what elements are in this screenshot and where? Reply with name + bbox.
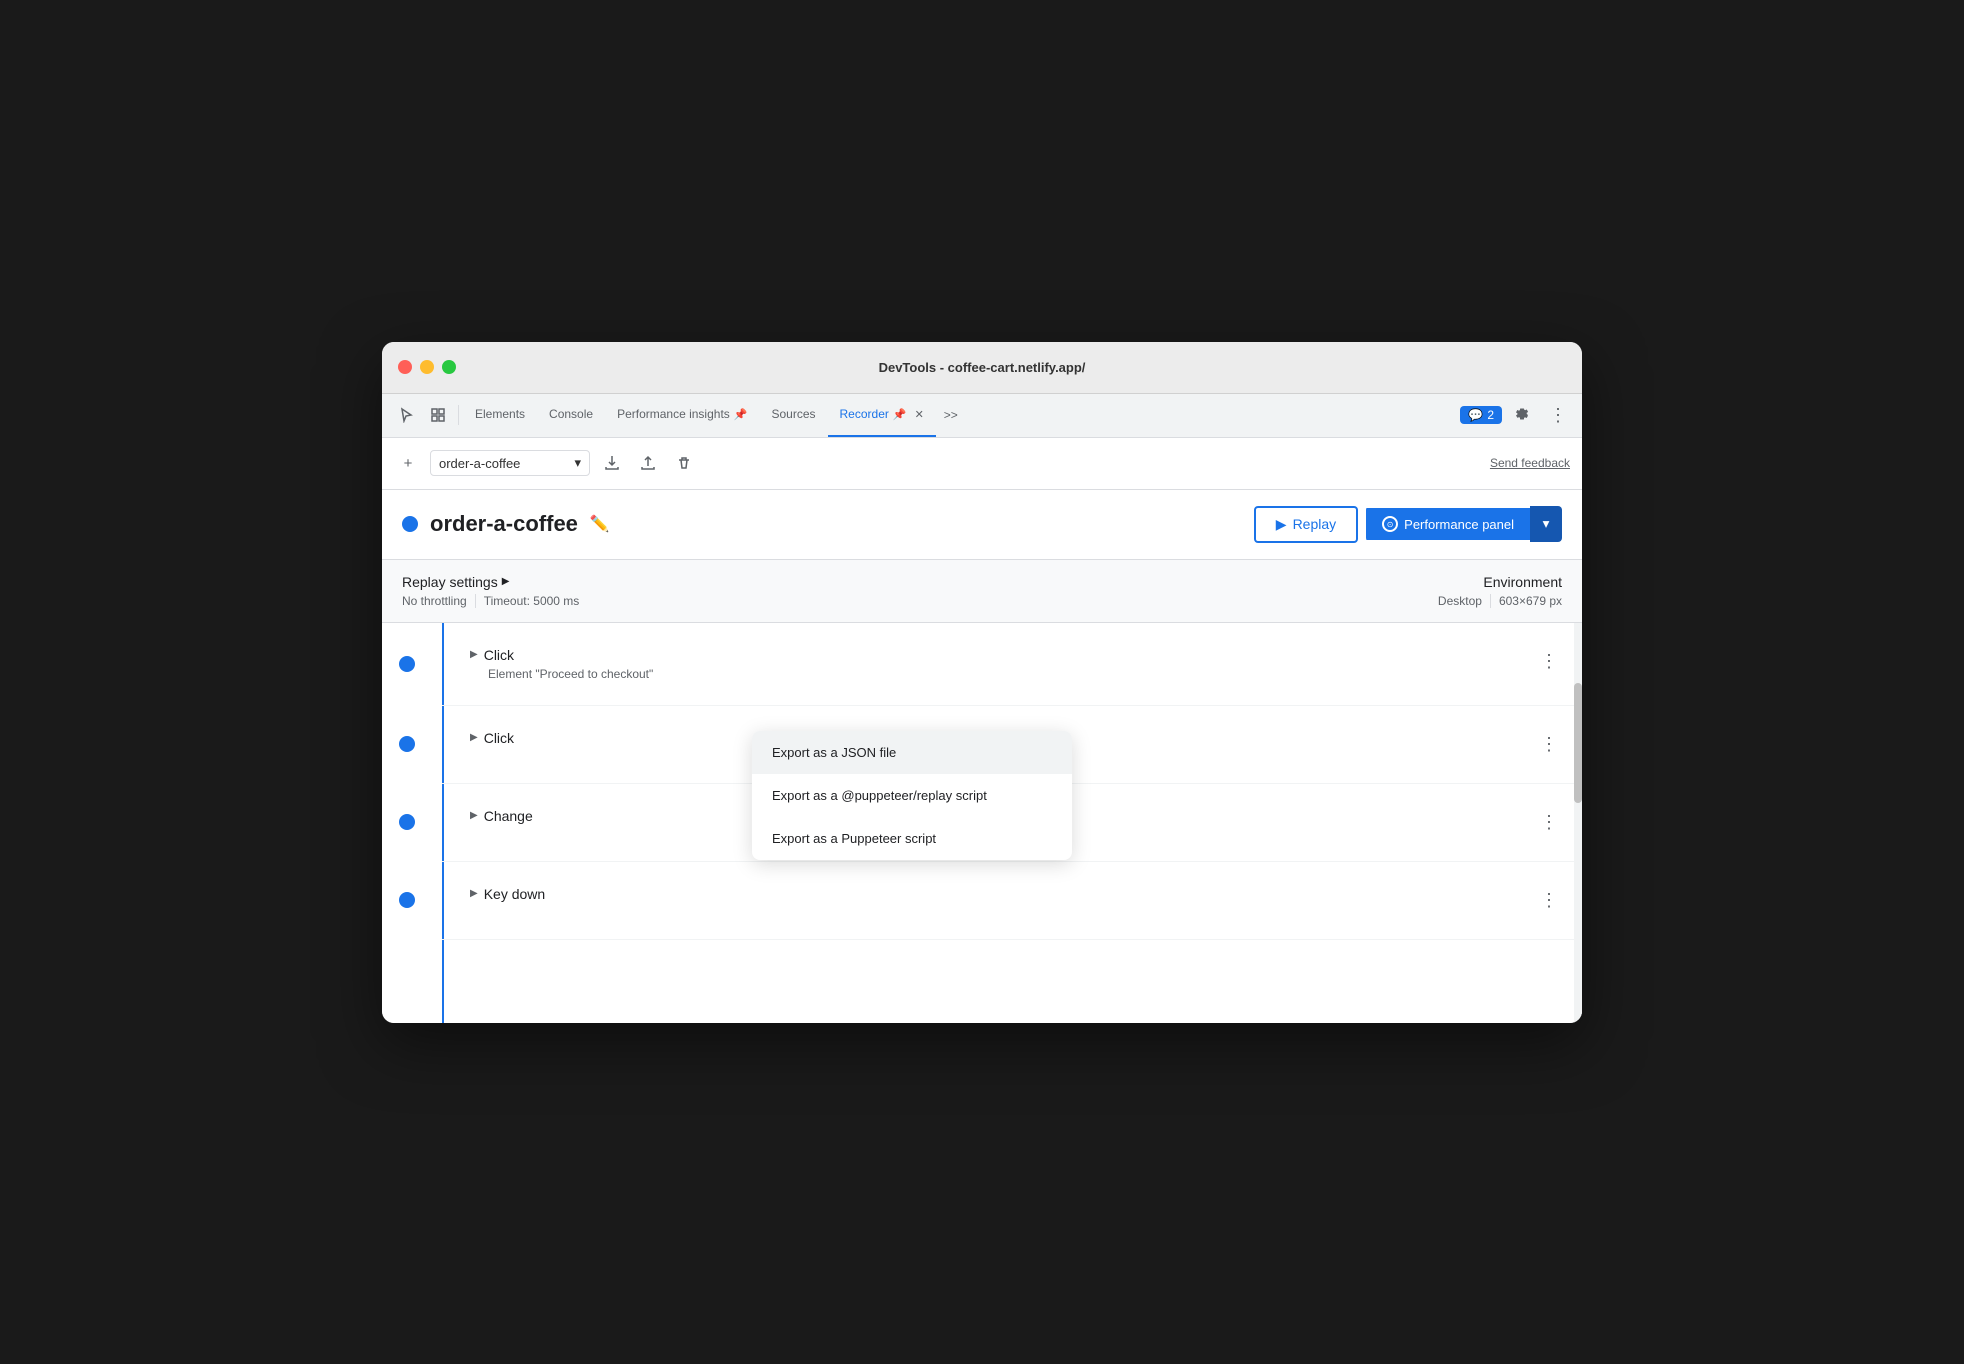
header-actions: ▶ Replay ⊙ Performance panel ▾ — [1254, 506, 1562, 543]
export-puppeteer-replay-item[interactable]: Export as a @puppeteer/replay script — [752, 774, 1072, 817]
recording-status-dot — [402, 516, 418, 532]
export-button[interactable] — [598, 449, 626, 477]
timeline-action[interactable]: ▶ Key down — [470, 886, 1536, 902]
edit-icon[interactable]: ✏️ — [590, 514, 610, 534]
delete-button[interactable] — [670, 449, 698, 477]
tab-console[interactable]: Console — [537, 393, 605, 437]
dropdown-arrow-icon: ▾ — [574, 455, 581, 471]
tab-divider — [458, 405, 459, 425]
timeline-dot — [399, 814, 415, 830]
expand-icon: ▶ — [470, 649, 478, 660]
export-json-item[interactable]: Export as a JSON file — [752, 731, 1072, 774]
chat-badge[interactable]: 💬 2 — [1460, 406, 1502, 424]
pin-icon: 📌 — [893, 408, 907, 421]
settings-gear-icon[interactable] — [1506, 399, 1538, 431]
expand-icon: ▶ — [470, 888, 478, 899]
replay-button[interactable]: ▶ Replay — [1254, 506, 1358, 543]
recording-title: order-a-coffee — [430, 511, 578, 537]
scrollbar[interactable] — [1574, 623, 1582, 1023]
timeline-item: ▶ Click Element "Proceed to checkout" ⋮ — [442, 623, 1582, 706]
add-recording-button[interactable]: + — [394, 449, 422, 477]
settings-area: Replay settings ▶ No throttling Timeout:… — [382, 560, 1582, 623]
timeline-more-icon[interactable]: ⋮ — [1536, 808, 1562, 837]
more-vert-icon[interactable]: ⋮ — [1542, 399, 1574, 431]
timeline-more-icon[interactable]: ⋮ — [1536, 647, 1562, 676]
chat-icon: 💬 — [1468, 408, 1483, 422]
maximize-button[interactable] — [442, 360, 456, 374]
perf-panel-button: ⊙ Performance panel ▾ — [1366, 506, 1562, 542]
timeline-dot — [399, 656, 415, 672]
settings-expand-icon: ▶ — [502, 576, 510, 587]
timeline-dot — [399, 736, 415, 752]
recorder-toolbar: + order-a-coffee ▾ Send feedback — [382, 438, 1582, 490]
perf-icon: ⊙ — [1382, 516, 1398, 532]
export-puppeteer-item[interactable]: Export as a Puppeteer script — [752, 817, 1072, 860]
expand-icon: ▶ — [470, 732, 478, 743]
settings-divider — [475, 594, 476, 608]
inspect-icon[interactable] — [422, 399, 454, 431]
perf-panel-main-button[interactable]: ⊙ Performance panel — [1366, 508, 1530, 540]
tab-right-icons: 💬 2 ⋮ — [1460, 399, 1574, 431]
recording-header: order-a-coffee ✏️ ▶ Replay ⊙ Performance… — [382, 490, 1582, 560]
timeline-detail: Element "Proceed to checkout" — [470, 667, 1536, 681]
tab-recorder[interactable]: Recorder 📌 ✕ — [828, 393, 936, 437]
tab-close-icon[interactable]: ✕ — [915, 408, 924, 421]
recording-select[interactable]: order-a-coffee ▾ — [430, 450, 590, 476]
titlebar: DevTools - coffee-cart.netlify.app/ — [382, 342, 1582, 394]
tab-elements[interactable]: Elements — [463, 393, 537, 437]
tab-more-button[interactable]: >> — [936, 393, 966, 437]
close-button[interactable] — [398, 360, 412, 374]
minimize-button[interactable] — [420, 360, 434, 374]
timeline-more-icon[interactable]: ⋮ — [1536, 730, 1562, 759]
timeline-more-icon[interactable]: ⋮ — [1536, 886, 1562, 915]
timeline-content: ▶ Key down — [470, 886, 1536, 902]
tab-sources[interactable]: Sources — [759, 393, 827, 437]
replay-play-icon: ▶ — [1276, 516, 1287, 533]
timeline-action[interactable]: ▶ Click — [470, 647, 1536, 663]
perf-panel-dropdown-button[interactable]: ▾ — [1530, 506, 1562, 542]
import-button[interactable] — [634, 449, 662, 477]
settings-subtitle: No throttling Timeout: 5000 ms — [402, 594, 1438, 608]
devtools-window: DevTools - coffee-cart.netlify.app/ Elem… — [382, 342, 1582, 1023]
send-feedback-link[interactable]: Send feedback — [1490, 456, 1570, 470]
scrollbar-thumb[interactable] — [1574, 683, 1582, 803]
settings-left: Replay settings ▶ No throttling Timeout:… — [402, 574, 1438, 608]
window-controls — [398, 360, 456, 374]
timeline-content: ▶ Click Element "Proceed to checkout" — [470, 647, 1536, 681]
tab-performance-insights[interactable]: Performance insights 📌 — [605, 393, 759, 437]
timeline-dot — [399, 892, 415, 908]
cursor-icon[interactable] — [390, 399, 422, 431]
settings-right: Environment Desktop 603×679 px — [1438, 574, 1562, 608]
expand-icon: ▶ — [470, 810, 478, 821]
env-divider — [1490, 594, 1491, 608]
export-dropdown: Export as a JSON file Export as a @puppe… — [752, 731, 1072, 860]
pin-icon: 📌 — [734, 408, 748, 421]
timeline-item: ▶ Key down ⋮ — [442, 862, 1582, 940]
export-dropdown-container: Export as a JSON file Export as a @puppe… — [382, 623, 1582, 1023]
window-title: DevTools - coffee-cart.netlify.app/ — [879, 360, 1086, 375]
replay-settings-toggle[interactable]: Replay settings ▶ — [402, 574, 1438, 590]
devtools-tabbar: Elements Console Performance insights 📌 … — [382, 394, 1582, 438]
